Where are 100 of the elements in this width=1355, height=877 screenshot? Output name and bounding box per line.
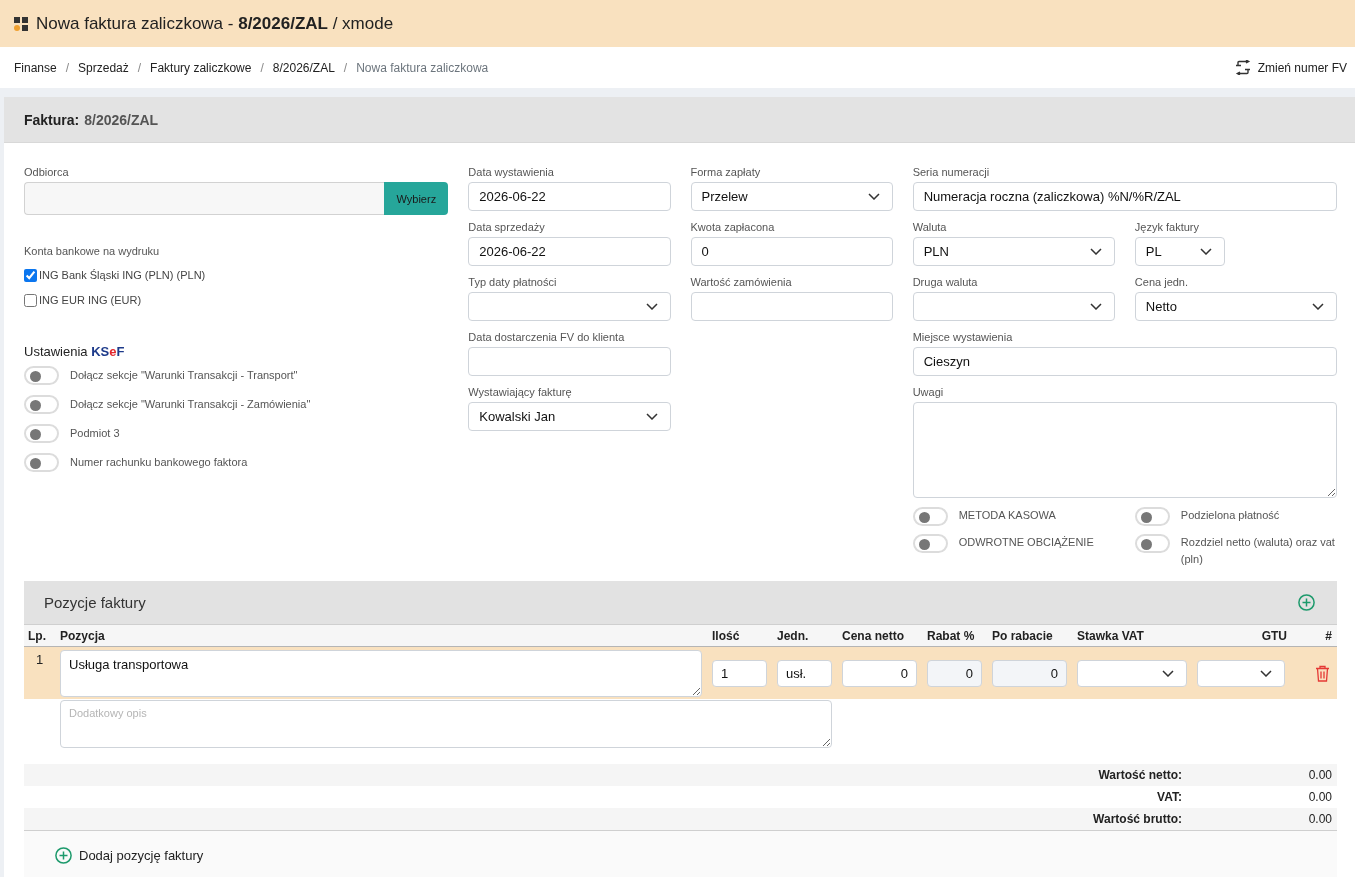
total-label: Wartość brutto: xyxy=(1093,812,1183,826)
toggle-switch[interactable] xyxy=(24,395,59,414)
field-label: Typ daty płatności xyxy=(468,275,557,289)
text-field[interactable] xyxy=(690,292,893,321)
toggle-switch[interactable] xyxy=(24,366,59,385)
field-label: Konta bankowe na wydruku xyxy=(24,244,160,258)
chevron-down-icon xyxy=(1312,303,1324,310)
description-field[interactable]: Dodatkowy opis xyxy=(60,700,832,748)
change-number-button[interactable]: Zmień numer FV xyxy=(1234,60,1347,75)
chevron-down-icon xyxy=(645,413,658,420)
checkbox[interactable] xyxy=(24,293,37,307)
textarea-field[interactable] xyxy=(912,402,1337,498)
field-label: Uwagi xyxy=(912,385,944,399)
select-field[interactable]: Przelew xyxy=(690,182,893,211)
text-field[interactable] xyxy=(468,347,671,376)
select-field[interactable]: PLN xyxy=(912,237,1115,266)
select-field[interactable] xyxy=(1197,659,1285,687)
column-header: Rabat % xyxy=(926,628,976,643)
select-field[interactable] xyxy=(1077,659,1187,687)
chevron-down-icon xyxy=(1260,669,1272,677)
chevron-down-icon xyxy=(1162,669,1174,677)
column-header: Stawka VAT xyxy=(1076,628,1145,643)
select-button[interactable]: Wybierz xyxy=(384,182,449,215)
select-field[interactable] xyxy=(912,292,1115,321)
select-field[interactable] xyxy=(468,292,671,321)
toggle-label: METODA KASOWA xyxy=(958,508,1056,523)
breadcrumb-separator: / xyxy=(137,60,142,75)
column-header: GTU xyxy=(1260,628,1288,643)
text-field[interactable]: 0 xyxy=(842,659,917,687)
toggle-label: Numer rachunku bankowego faktora xyxy=(70,455,248,470)
plus-circle-icon[interactable] xyxy=(1298,594,1315,611)
text-field[interactable]: Numeracja roczna (zaliczkowa) %N/%R/ZAL xyxy=(912,182,1337,211)
field-label: Język faktury xyxy=(1134,220,1199,234)
toggle-switch[interactable] xyxy=(1134,507,1170,526)
breadcrumb-link[interactable]: Faktury zaliczkowe xyxy=(150,60,252,75)
text-field[interactable]: 2026-06-22 xyxy=(468,237,671,266)
plus-circle-icon xyxy=(55,847,72,864)
breadcrumb-link[interactable]: Sprzedaż xyxy=(78,60,129,75)
select-field[interactable]: Kowalski Jan xyxy=(468,402,671,431)
toggle-label: Dołącz sekcje "Warunki Transakcji - Transport" xyxy=(70,368,298,383)
text-field[interactable]: usł. xyxy=(777,659,832,687)
text-field[interactable]: 0 xyxy=(927,659,982,687)
column-header: Lp. xyxy=(27,628,47,643)
toggle-switch[interactable] xyxy=(24,453,59,472)
text-field[interactable]: Cieszyn xyxy=(912,347,1337,376)
field-label: Waluta xyxy=(912,220,947,234)
total-value: 0.00 xyxy=(1308,768,1333,782)
field-label: Kwota zapłacona xyxy=(690,220,775,234)
chevron-down-icon xyxy=(867,193,880,200)
toggle-label: ODWROTNE OBCIĄŻENIE xyxy=(958,535,1094,550)
page-title: Nowa faktura zaliczkowa - 8/2026/ZAL / xmode xyxy=(36,13,394,34)
section-title: Pozycje faktury xyxy=(44,594,146,611)
breadcrumb-separator: / xyxy=(65,60,70,75)
add-item-button[interactable]: Dodaj pozycję faktury xyxy=(55,847,204,864)
text-field[interactable]: 2026-06-22 xyxy=(468,182,671,211)
field-label: Odbiorca xyxy=(24,165,69,179)
trash-icon[interactable] xyxy=(1315,664,1330,682)
app-grid-icon xyxy=(14,16,28,31)
chevron-down-icon xyxy=(1199,248,1212,255)
checkbox[interactable] xyxy=(24,268,37,282)
toggle-switch[interactable] xyxy=(912,507,948,526)
swap-arrows-icon xyxy=(1234,60,1251,75)
field-label: Data wystawienia xyxy=(468,165,554,179)
breadcrumb-separator: / xyxy=(260,60,264,75)
field-label: Forma zapłaty xyxy=(690,165,761,179)
breadcrumb-separator: / xyxy=(343,60,348,75)
column-header: Cena netto xyxy=(841,628,905,643)
breadcrumb-link[interactable]: Finanse xyxy=(14,60,57,75)
table-row[interactable]: 1 Usługa transportowa 1 usł. 0 0 0 xyxy=(24,647,1337,699)
field-label: Data sprzedaży xyxy=(468,220,545,234)
breadcrumb-link[interactable]: 8/2026/ZAL xyxy=(272,60,335,75)
field-label: Seria numeracji xyxy=(912,165,990,179)
checkbox-label: ING EUR ING (EUR) xyxy=(39,294,142,306)
checkbox-label: ING Bank Śląski ING (PLN) (PLN) xyxy=(39,269,206,281)
toggle-label: Podzielona płatność xyxy=(1180,508,1280,523)
chevron-down-icon xyxy=(645,303,658,310)
select-field[interactable]: PL xyxy=(1134,237,1225,266)
toggle-switch[interactable] xyxy=(1134,534,1170,553)
column-header: Ilość xyxy=(711,628,741,643)
column-header: Pozycja xyxy=(59,628,106,643)
text-field[interactable]: 0 xyxy=(992,659,1067,687)
chevron-down-icon xyxy=(1089,248,1102,255)
row-number: 1 xyxy=(34,651,45,667)
toggle-switch[interactable] xyxy=(24,424,59,443)
card-title: Faktura: xyxy=(24,111,80,128)
recipient-field[interactable] xyxy=(24,182,385,215)
total-label: Wartość netto: xyxy=(1098,768,1183,782)
column-header: # xyxy=(1324,628,1333,643)
text-field[interactable]: 1 xyxy=(712,659,767,687)
column-header: Po rabacie xyxy=(991,628,1054,643)
toggle-label: Rozdziel netto (waluta) oraz vat (pln) xyxy=(1180,535,1336,567)
field-label: Data dostarczenia FV do klienta xyxy=(468,330,625,344)
toggle-switch[interactable] xyxy=(912,534,948,553)
column-header: Jedn. xyxy=(776,628,810,643)
field-label: Wartość zamówienia xyxy=(690,275,792,289)
item-name-field[interactable]: Usługa transportowa xyxy=(60,649,702,697)
select-field[interactable]: Netto xyxy=(1134,292,1337,321)
total-label: VAT: xyxy=(1157,790,1183,804)
field-label: Cena jedn. xyxy=(1134,275,1189,289)
text-field[interactable]: 0 xyxy=(690,237,893,266)
